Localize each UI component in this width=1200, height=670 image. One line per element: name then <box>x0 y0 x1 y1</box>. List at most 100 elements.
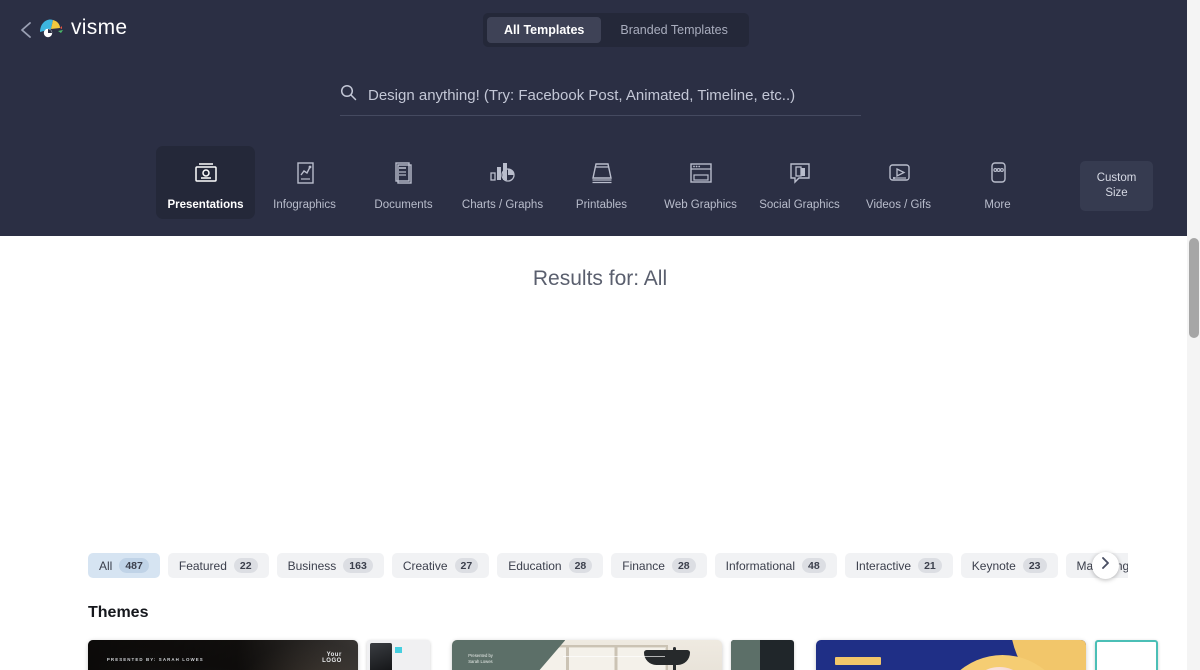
printables-icon <box>583 156 621 190</box>
preview-divider <box>562 655 666 657</box>
tab-branded-templates[interactable]: Branded Templates <box>603 17 744 43</box>
video-play-icon <box>880 156 918 190</box>
page-title: Results for: All <box>532 267 668 290</box>
brand-logo-link[interactable]: visme <box>38 16 127 40</box>
filter-chip-count: 28 <box>568 558 593 573</box>
filter-chip-education[interactable]: Education 28 <box>497 553 604 578</box>
speech-bubble-icon <box>781 156 819 190</box>
filter-chip-keynote[interactable]: Keynote 23 <box>960 553 1058 578</box>
filter-chip-count: 28 <box>671 558 696 573</box>
section-title-themes: Themes <box>88 604 149 621</box>
theme-row: PRESENTED BY: SARAH LOWES Your LOGO MODE… <box>88 640 430 670</box>
tab-all-templates[interactable]: All Templates <box>487 17 602 43</box>
theme-thumbnail[interactable] <box>1095 640 1158 670</box>
category-label: Infographics <box>273 199 336 211</box>
filter-chip-all[interactable]: All 487 <box>88 553 160 578</box>
theme-card-modern: PRESENTED BY: SARAH LOWES Your LOGO MODE… <box>88 640 430 670</box>
theme-thumbnail[interactable] <box>731 640 794 670</box>
infographic-chart-icon <box>286 156 324 190</box>
filter-chip-label: All <box>99 558 113 573</box>
category-presentations[interactable]: Presentations <box>156 146 255 219</box>
theme-row: Presented by Sarah Lowes Your Title Here… <box>452 640 794 670</box>
filter-chip-label: Keynote <box>971 558 1016 573</box>
search-input[interactable] <box>368 86 861 104</box>
category-label: Social Graphics <box>759 199 840 211</box>
filter-chip-finance[interactable]: Finance 28 <box>611 553 707 578</box>
themes-carousel: PRESENTED BY: SARAH LOWES Your LOGO MODE… <box>88 640 1158 670</box>
category-videos-gifs[interactable]: Videos / Gifs <box>849 146 948 219</box>
theme-preview-modern[interactable]: PRESENTED BY: SARAH LOWES Your LOGO MODE… <box>88 640 358 670</box>
visme-logo-icon <box>38 16 64 40</box>
theme-thumbnail-strip <box>367 640 430 670</box>
category-label: Presentations <box>167 199 244 211</box>
template-gallery-page: visme All Templates Branded Templates De… <box>0 0 1200 670</box>
filter-chip-business[interactable]: Business 163 <box>276 553 384 578</box>
category-label: Printables <box>575 199 628 211</box>
theme-card-creative: CREATIVE Subtitle goes here by John Smit… <box>816 640 1158 670</box>
filter-chip-creative[interactable]: Creative 27 <box>391 553 490 578</box>
preview-presented-by-line2: Sarah Lowes <box>468 659 493 665</box>
scrollbar-header-cap <box>1187 0 1200 236</box>
theme-preview-creative[interactable]: CREATIVE Subtitle goes here by John Smit… <box>816 640 1086 670</box>
category-label: More <box>984 199 1011 211</box>
preview-presented-by-line1: Presented by <box>468 653 493 659</box>
category-web-graphics[interactable]: Web Graphics <box>651 146 750 219</box>
preview-art-bar <box>834 656 881 666</box>
results-body: Results for: All All 487 Featured 22 Bus… <box>0 236 1200 670</box>
category-more[interactable]: More <box>948 146 1047 219</box>
filter-chip-count: 27 <box>454 558 479 573</box>
category-label: Documents <box>374 199 433 211</box>
bar-pie-chart-icon <box>484 156 522 190</box>
filter-chip-count: 48 <box>802 558 826 573</box>
preview-art-overlay <box>88 640 358 670</box>
category-label: Videos / Gifs <box>866 199 931 211</box>
category-social-graphics[interactable]: Social Graphics <box>750 146 849 219</box>
custom-size-label-line2: Size <box>1105 187 1128 199</box>
chevron-right-icon <box>1100 556 1111 575</box>
page-scrollbar-thumb[interactable] <box>1189 238 1199 338</box>
category-infographics[interactable]: Infographics <box>255 146 354 219</box>
theme-card-simple: Presented by Sarah Lowes Your Title Here… <box>452 640 794 670</box>
ellipsis-icon <box>979 156 1017 190</box>
filters-next-button[interactable] <box>1092 552 1119 579</box>
header-top-bar: visme All Templates Branded Templates <box>0 0 1200 60</box>
presentation-icon <box>187 156 225 190</box>
filter-chip-informational[interactable]: Informational 48 <box>714 553 837 578</box>
filter-chip-count: 163 <box>343 558 373 573</box>
filter-chip-count: 487 <box>119 558 149 573</box>
search-icon <box>340 84 357 106</box>
category-label: Web Graphics <box>664 199 737 211</box>
filter-chip-count: 22 <box>233 558 258 573</box>
custom-size-button[interactable]: Custom Size <box>1080 161 1153 211</box>
filter-chip-list: All 487 Featured 22 Business 163 Creativ… <box>88 553 1128 578</box>
filter-chip-count: 23 <box>1022 558 1047 573</box>
filter-chip-label: Interactive <box>855 558 912 573</box>
filter-chip-count: 21 <box>918 558 942 573</box>
document-icon <box>385 156 423 190</box>
filter-chip-label: Finance <box>622 558 665 573</box>
filter-chip-label: Featured <box>178 558 227 573</box>
preview-presented-by: PRESENTED BY: SARAH LOWES <box>106 656 204 662</box>
preview-logo-line2: LOGO <box>322 658 342 665</box>
filter-chip-interactive[interactable]: Interactive 21 <box>844 553 953 578</box>
web-browser-icon <box>682 156 720 190</box>
preview-art-lamp-head <box>643 650 690 666</box>
search-bar[interactable] <box>340 84 861 116</box>
preview-logo-placeholder: Your LOGO <box>322 652 342 665</box>
category-printables[interactable]: Printables <box>552 146 651 219</box>
category-label: Charts / Graphs <box>461 199 544 211</box>
theme-preview-simple[interactable]: Presented by Sarah Lowes Your Title Here… <box>452 640 722 670</box>
back-button[interactable] <box>14 18 38 42</box>
app-header: visme All Templates Branded Templates De… <box>0 0 1200 236</box>
preview-logo-line1: Your <box>326 651 342 658</box>
theme-thumbnail[interactable] <box>367 640 430 670</box>
filter-chip-label: Informational <box>725 558 796 573</box>
chevron-left-icon <box>19 20 33 40</box>
category-documents[interactable]: Documents <box>354 146 453 219</box>
theme-thumbnail-strip <box>1095 640 1158 670</box>
theme-row: CREATIVE Subtitle goes here by John Smit… <box>816 640 1158 670</box>
filter-chip-label: Business <box>287 558 337 573</box>
theme-thumbnail-strip <box>731 640 794 670</box>
category-charts-graphs[interactable]: Charts / Graphs <box>453 146 552 219</box>
filter-chip-featured[interactable]: Featured 22 <box>167 553 269 578</box>
